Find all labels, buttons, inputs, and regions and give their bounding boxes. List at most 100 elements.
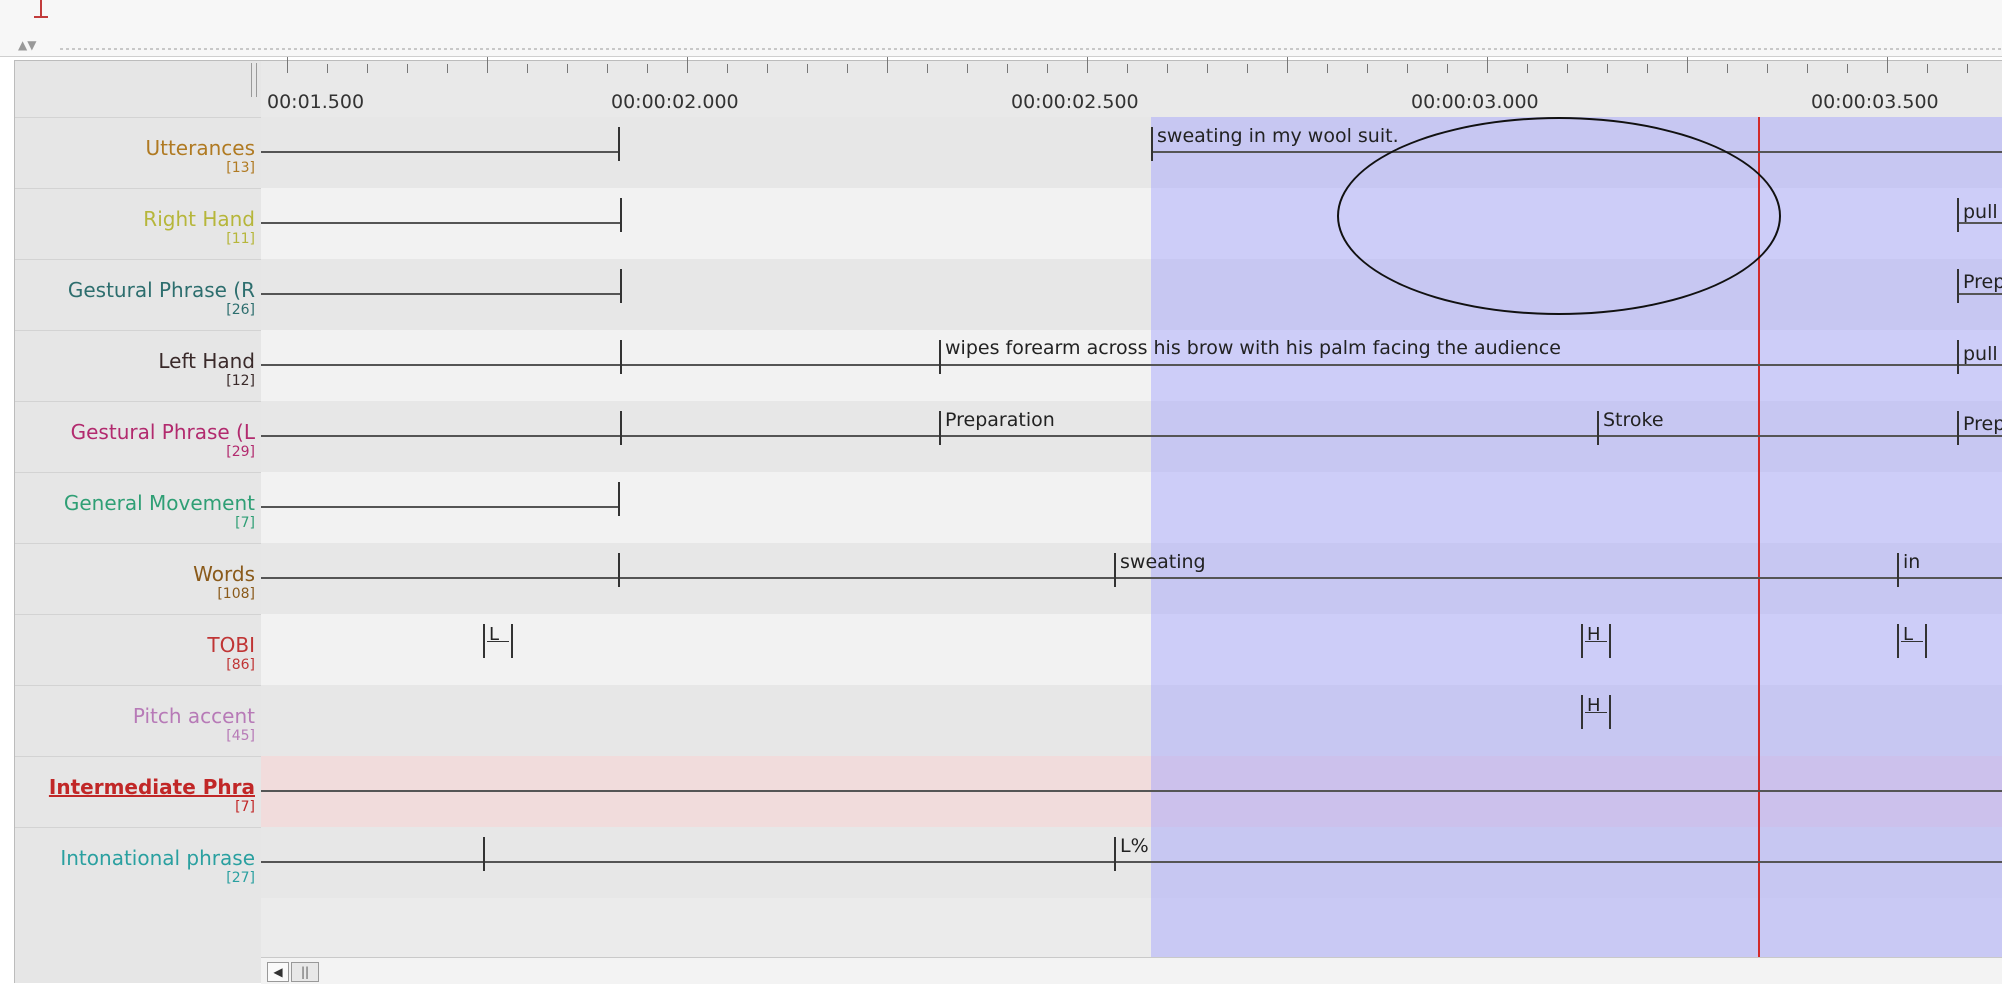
ruler-tick <box>1687 57 1688 73</box>
ruler-tick <box>1047 64 1048 73</box>
annotation-left-hand[interactable]: pull <box>1959 343 1998 365</box>
tier-name: Utterances <box>145 136 255 160</box>
tier-label-utterances[interactable]: Utterances [13] <box>15 117 261 188</box>
annotation-utterance[interactable]: sweating in my wool suit. <box>1153 125 1399 147</box>
tier-line <box>261 222 621 224</box>
ruler-tick <box>927 64 928 73</box>
tier-count: [7] <box>235 515 255 531</box>
time-ruler[interactable]: 00:01.500 00:00:02.000 00:00:02.500 00:0… <box>261 57 2002 117</box>
tier-name: Left Hand <box>158 349 255 373</box>
tier-label-pitch-accent[interactable]: Pitch accent [45] <box>15 685 261 756</box>
annotation-right-hand[interactable]: pull <box>1959 201 1998 223</box>
up-down-arrows-icon[interactable]: ▲▼ <box>18 38 36 52</box>
ruler-tick <box>1127 64 1128 73</box>
tier-label-general-movement[interactable]: General Movement [7] <box>15 472 261 543</box>
annotation-boundary[interactable] <box>620 411 622 445</box>
ruler-tick <box>1767 64 1768 73</box>
tier-line <box>261 790 2002 792</box>
annotation-left-hand[interactable]: wipes forearm across his brow with his p… <box>941 337 1561 359</box>
ruler-tick <box>1367 64 1368 73</box>
tobi-label: L <box>1903 624 1914 645</box>
tier-count: [26] <box>226 302 255 318</box>
ruler-tick <box>287 57 288 73</box>
ruler-tick <box>647 64 648 73</box>
horizontal-scrollbar[interactable]: ◀ || <box>261 957 2002 984</box>
annotation-timeline[interactable]: 00:01.500 00:00:02.000 00:00:02.500 00:0… <box>261 57 2002 983</box>
ruler-tick <box>1487 57 1488 73</box>
panel-resize-handle[interactable] <box>251 63 257 97</box>
pitch-accent-label: H <box>1587 695 1601 716</box>
annotation-gestural-l[interactable]: Prep <box>1959 413 2002 435</box>
annotation-boundary[interactable] <box>620 340 622 374</box>
tier-line <box>261 861 2002 863</box>
ruler-tick <box>1447 64 1448 73</box>
tobi-point-annotation[interactable]: L <box>1897 624 1927 658</box>
tier-count: [108] <box>217 586 255 602</box>
ruler-tick <box>1167 64 1168 73</box>
ruler-tick <box>527 64 528 73</box>
tier-name: Gestural Phrase (L <box>70 420 255 444</box>
ruler-time: 00:00:02.500 <box>1011 91 1139 113</box>
tier-label-tobi[interactable]: TOBI [86] <box>15 614 261 685</box>
tier-count: [13] <box>226 160 255 176</box>
tier-label-words[interactable]: Words [108] <box>15 543 261 614</box>
ruler-tick <box>727 64 728 73</box>
tier-label-gestural-phrase-r[interactable]: Gestural Phrase (R [26] <box>15 259 261 330</box>
ruler-time: 00:01.500 <box>267 91 365 113</box>
ruler-tick <box>367 64 368 73</box>
tobi-point-annotation[interactable]: L <box>483 624 513 658</box>
ruler-time: 00:00:02.000 <box>611 91 739 113</box>
ruler-tick <box>1647 64 1648 73</box>
tier-count: [12] <box>226 373 255 389</box>
tier-line <box>261 364 2002 366</box>
ruler-tick <box>687 57 688 73</box>
tier-label-right-hand[interactable]: Right Hand [11] <box>15 188 261 259</box>
ruler-tick <box>1247 64 1248 73</box>
annotation-boundary[interactable] <box>620 198 622 232</box>
annotation-word[interactable]: in <box>1899 551 1920 573</box>
ruler-tick <box>1887 57 1888 73</box>
annotation-boundary[interactable] <box>483 837 485 871</box>
tier-line <box>1957 293 2002 295</box>
pitch-accent-annotation[interactable]: H <box>1581 695 1611 729</box>
ruler-tick <box>1407 64 1408 73</box>
ruler-tick <box>1607 64 1608 73</box>
annotation-boundary[interactable] <box>618 553 620 587</box>
annotation-boundary[interactable] <box>618 127 620 161</box>
highlight-ellipse <box>1337 117 1781 315</box>
tobi-label: H <box>1587 624 1601 645</box>
ruler-tick <box>1927 64 1928 73</box>
annotation-boundary[interactable] <box>618 482 620 516</box>
tier-label-intermediate-phrase[interactable]: Intermediate Phra [7] <box>15 756 261 827</box>
ruler-time: 00:00:03.500 <box>1811 91 1939 113</box>
annotation-boundary[interactable] <box>620 269 622 303</box>
ruler-tick <box>487 57 488 73</box>
tobi-point-annotation[interactable]: H <box>1581 624 1611 658</box>
media-control-strip: ▲▼ <box>0 0 2002 57</box>
tier-count: [86] <box>226 657 255 673</box>
ruler-tick <box>1967 64 1968 73</box>
ruler-tick <box>1727 64 1728 73</box>
scroll-thumb-grip-icon[interactable]: || <box>291 962 319 982</box>
ruler-tick <box>1807 64 1808 73</box>
tier-name: Intonational phrase <box>60 846 255 870</box>
tier-name: Words <box>193 562 255 586</box>
tier-label-gestural-phrase-l[interactable]: Gestural Phrase (L [29] <box>15 401 261 472</box>
ruler-tick <box>1527 64 1528 73</box>
annotation-intonational[interactable]: L% <box>1116 835 1149 857</box>
ruler-tick <box>1847 64 1848 73</box>
scroll-left-arrow-icon[interactable]: ◀ <box>267 962 289 982</box>
ruler-tick <box>1567 64 1568 73</box>
ruler-tick <box>1287 57 1288 73</box>
tier-label-left-hand[interactable]: Left Hand [12] <box>15 330 261 401</box>
tier-count: [7] <box>235 799 255 815</box>
tier-count: [27] <box>226 870 255 886</box>
tier-line <box>261 151 619 153</box>
ruler-tick <box>1327 64 1328 73</box>
annotation-gestural-l[interactable]: Stroke <box>1599 409 1664 431</box>
tier-count: [11] <box>226 231 255 247</box>
annotation-gestural-l[interactable]: Preparation <box>941 409 1055 431</box>
annotation-word[interactable]: sweating <box>1116 551 1206 573</box>
tier-label-intonational-phrase[interactable]: Intonational phrase [27] <box>15 827 261 898</box>
annotation-gestural-r[interactable]: Prep <box>1959 271 2002 293</box>
